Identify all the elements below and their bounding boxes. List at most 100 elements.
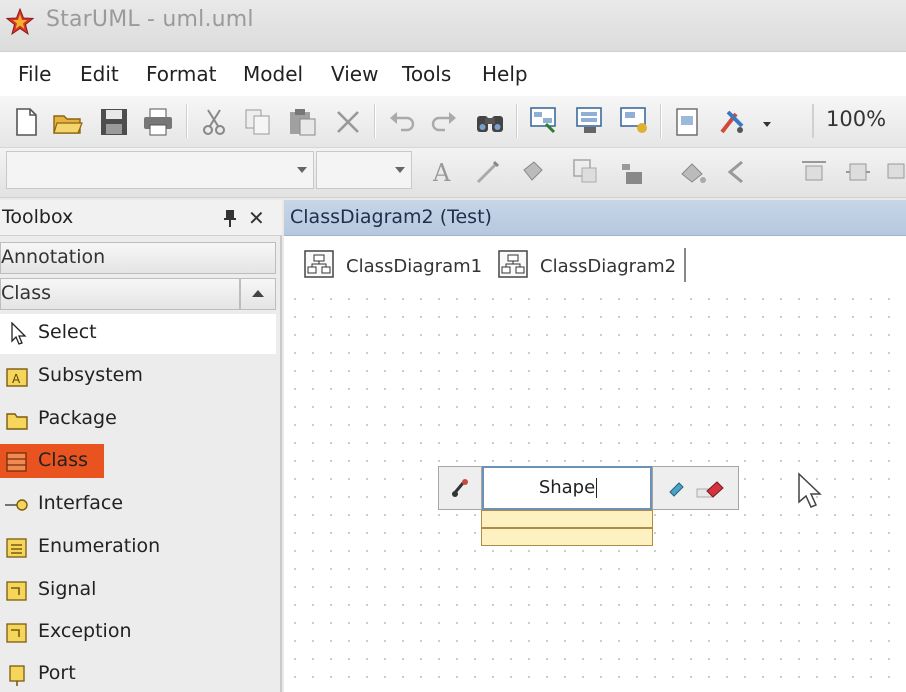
section-annotation[interactable]: Annotation bbox=[0, 242, 276, 274]
menu-model[interactable]: Model bbox=[243, 62, 303, 86]
diagram-icon-2[interactable] bbox=[574, 104, 606, 136]
class-diagram-icon bbox=[498, 250, 528, 278]
chevron-down-icon bbox=[395, 167, 405, 173]
subsystem-icon: A bbox=[6, 368, 28, 387]
close-icon[interactable]: ✕ bbox=[248, 206, 265, 230]
tool-select[interactable]: Select bbox=[0, 314, 276, 354]
tab-classdiagram2[interactable]: ClassDiagram2 bbox=[498, 248, 688, 282]
delete-icon[interactable] bbox=[332, 106, 364, 138]
tool-interface[interactable]: Interface bbox=[0, 485, 276, 525]
signal-icon bbox=[6, 581, 27, 601]
window-title: StarUML - uml.uml bbox=[46, 7, 254, 32]
svg-text:A: A bbox=[432, 159, 451, 187]
title-bar: StarUML - uml.uml bbox=[0, 0, 906, 52]
align-bottom-icon[interactable] bbox=[886, 156, 906, 188]
menu-tools[interactable]: Tools bbox=[402, 62, 451, 86]
align-middle-icon[interactable] bbox=[842, 156, 874, 188]
new-icon[interactable] bbox=[10, 106, 42, 138]
save-icon[interactable] bbox=[98, 106, 130, 138]
toolbar-separator bbox=[374, 104, 376, 138]
menu-help[interactable]: Help bbox=[482, 62, 528, 86]
main-toolbar bbox=[0, 96, 906, 148]
tool-package[interactable]: Package bbox=[0, 400, 276, 440]
open-icon[interactable] bbox=[52, 106, 84, 138]
fill-color-icon[interactable] bbox=[516, 156, 548, 188]
tool-port[interactable]: Port bbox=[0, 655, 276, 692]
tab-classdiagram1[interactable]: ClassDiagram1 bbox=[304, 248, 494, 282]
toolbox-title: Toolbox bbox=[2, 206, 74, 228]
svg-text:A: A bbox=[12, 372, 21, 386]
toolbar-separator bbox=[660, 104, 662, 138]
tab-divider bbox=[684, 248, 686, 282]
toolbox-header: Toolbox ✕ bbox=[0, 200, 282, 236]
exception-icon bbox=[6, 623, 27, 643]
paste-icon[interactable] bbox=[286, 106, 318, 138]
cut-icon[interactable] bbox=[198, 106, 230, 138]
menu-edit[interactable]: Edit bbox=[80, 62, 119, 86]
zoom-level[interactable]: 100% bbox=[812, 104, 906, 138]
diagram-title: ClassDiagram2 (Test) bbox=[290, 206, 492, 228]
chevron-down-icon bbox=[297, 167, 307, 173]
toolbar-separator bbox=[516, 104, 518, 138]
mouse-cursor-icon bbox=[798, 472, 822, 508]
diagram-canvas[interactable]: Shape bbox=[284, 286, 906, 692]
pin-icon[interactable] bbox=[222, 208, 238, 228]
menu-view[interactable]: View bbox=[331, 62, 378, 86]
menu-file[interactable]: File bbox=[18, 62, 51, 86]
find-icon[interactable] bbox=[474, 106, 506, 138]
class-diagram-icon bbox=[304, 250, 334, 278]
arrange-icon[interactable] bbox=[616, 156, 648, 188]
tool-signal[interactable]: Signal bbox=[0, 571, 276, 611]
tool-label: Select bbox=[38, 321, 97, 343]
collapse-section-button[interactable] bbox=[240, 278, 276, 310]
toolbar-separator bbox=[186, 104, 188, 138]
menu-format[interactable]: Format bbox=[146, 62, 216, 86]
font-family-combo[interactable] bbox=[6, 151, 314, 189]
tab-label: ClassDiagram1 bbox=[346, 256, 483, 277]
line-color-icon[interactable] bbox=[472, 156, 504, 188]
add-operation-icon[interactable] bbox=[695, 477, 729, 501]
section-class[interactable]: Class bbox=[0, 278, 240, 310]
align-top-icon[interactable] bbox=[798, 156, 830, 188]
font-style-icon[interactable]: A bbox=[428, 156, 460, 188]
chevron-down-icon[interactable] bbox=[760, 116, 774, 130]
tool-label: Signal bbox=[38, 578, 97, 600]
tool-label: Subsystem bbox=[38, 364, 143, 386]
property-buttons[interactable] bbox=[652, 466, 739, 510]
tool-class[interactable]: Class bbox=[0, 442, 276, 482]
tool-enumeration[interactable]: Enumeration bbox=[0, 528, 276, 568]
export-icon[interactable] bbox=[672, 106, 704, 138]
diagram-tabs: ClassDiagram1 ClassDiagram2 bbox=[284, 236, 906, 286]
paint-bucket-icon[interactable] bbox=[676, 156, 708, 188]
tools-icon[interactable] bbox=[716, 106, 748, 138]
tool-label: Exception bbox=[38, 620, 132, 642]
attribute-compartment[interactable] bbox=[481, 510, 653, 528]
add-attribute-icon[interactable] bbox=[665, 477, 689, 501]
diagram-header: ClassDiagram2 (Test) bbox=[284, 200, 906, 236]
text-caret bbox=[596, 478, 597, 498]
tool-label: Enumeration bbox=[38, 535, 161, 557]
pointer-icon bbox=[11, 322, 27, 345]
stereotype-button[interactable] bbox=[438, 466, 482, 510]
enumeration-icon bbox=[6, 538, 27, 558]
redo-icon[interactable] bbox=[428, 106, 460, 138]
print-icon[interactable] bbox=[142, 106, 174, 138]
route-icon[interactable] bbox=[722, 156, 754, 188]
diagram-icon-1[interactable] bbox=[528, 104, 560, 136]
copy-icon[interactable] bbox=[242, 106, 274, 138]
class-name-editor[interactable]: Shape bbox=[482, 466, 652, 510]
diagram-editor: ClassDiagram2 (Test) ClassDiagram1 Class… bbox=[284, 200, 906, 692]
undo-icon[interactable] bbox=[386, 106, 418, 138]
toolbox-panel: Toolbox ✕ Annotation Class Select A Subs… bbox=[0, 200, 282, 692]
diagram-icon-3[interactable] bbox=[618, 104, 650, 136]
tool-exception[interactable]: Exception bbox=[0, 613, 276, 653]
tool-subsystem[interactable]: A Subsystem bbox=[0, 357, 276, 397]
align-icon[interactable] bbox=[570, 156, 602, 188]
operation-compartment[interactable] bbox=[481, 528, 653, 546]
class-icon bbox=[6, 452, 27, 472]
class-name[interactable]: Shape bbox=[484, 477, 650, 498]
interface-icon bbox=[5, 499, 28, 511]
tool-label: Class bbox=[38, 449, 88, 471]
stereotype-icon bbox=[451, 479, 468, 497]
font-size-combo[interactable] bbox=[316, 151, 412, 189]
